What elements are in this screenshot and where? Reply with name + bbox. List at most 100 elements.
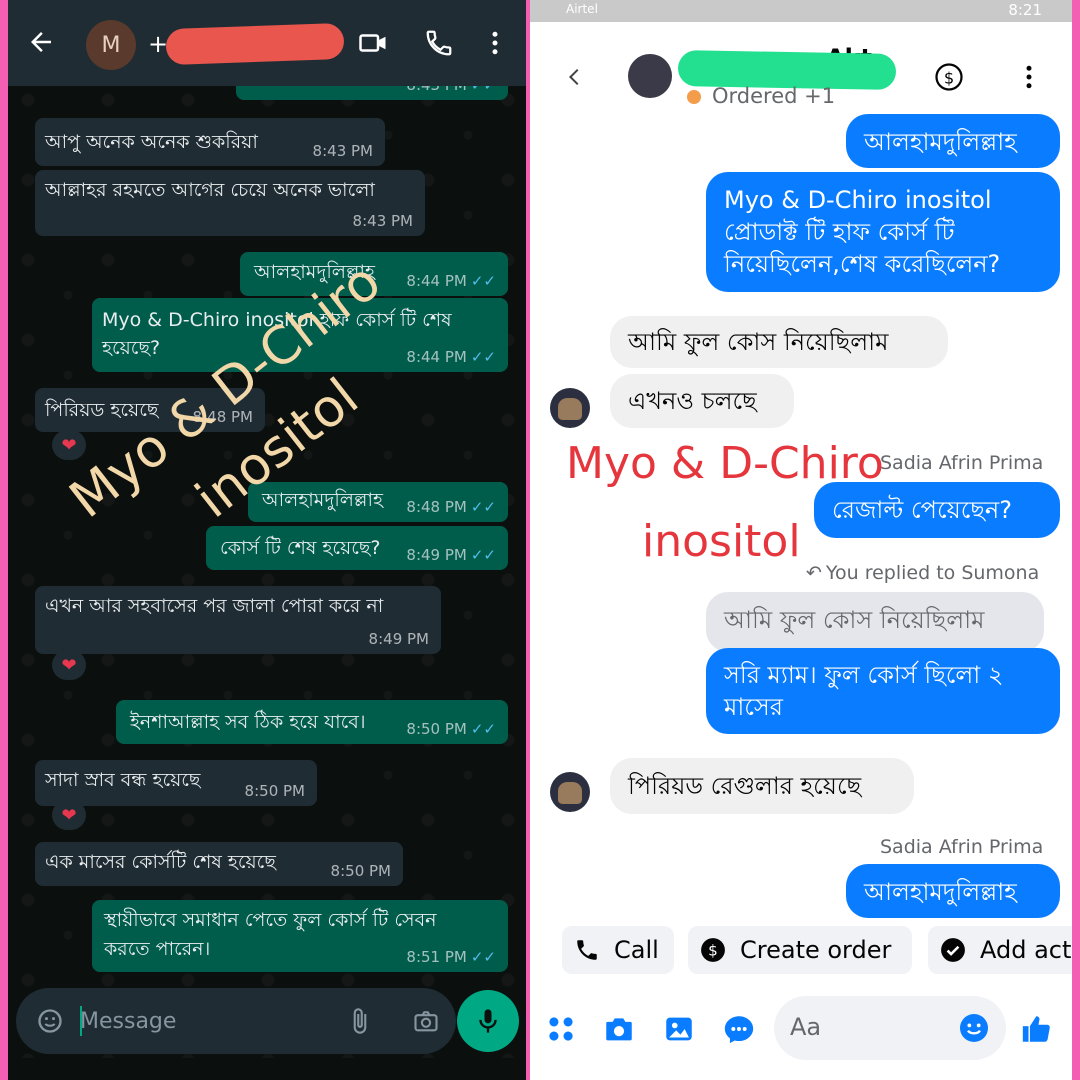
wa-msg-time: 8:50 PM [406, 720, 467, 738]
ms-msg-7[interactable]: পিরিয়ড রেগুলার হয়েছে [610, 758, 914, 814]
sender-label: Sadia Afrin Prima [880, 836, 1044, 858]
wa-msg-10[interactable]: ইনশাআল্লাহ সব ঠিক হয়ে যাবে। 8:50 PM ✓✓ [116, 700, 508, 744]
create-order-button[interactable]: $ Create order [688, 926, 912, 974]
wa-msg-time: 8:49 PM [406, 546, 467, 564]
ms-msg-5[interactable]: রেজাল্ট পেয়েছেন? [814, 482, 1060, 538]
add-activity-button[interactable]: Add act [928, 926, 1072, 974]
ms-msg-4[interactable]: এখনও চলছে [610, 374, 794, 428]
ms-msg-8[interactable]: আলহামদুলিল্লাহ [846, 864, 1060, 918]
wa-header: M +88 [8, 0, 526, 86]
ms-quoted-msg[interactable]: আমি ফুল কোস নিয়েছিলাম [706, 592, 1044, 652]
create-order-label: Create order [740, 936, 892, 964]
call-action-button[interactable]: Call [562, 926, 674, 974]
ms-msg-text: সরি ম্যাম। ফুল কোর্স ছিলো ২ মাসের [724, 661, 1004, 721]
voice-chat-icon[interactable] [722, 1012, 756, 1046]
wa-msg-12[interactable]: এক মাসের কোর্সটি শেষ হয়েছে 8:50 PM [35, 842, 403, 886]
mic-button[interactable] [457, 990, 519, 1052]
dollar-icon[interactable]: $ [934, 62, 964, 92]
wa-msg-time: 8:51 PM [406, 948, 467, 966]
svg-text:$: $ [708, 941, 718, 959]
message-placeholder: Aa [790, 1013, 822, 1041]
mic-icon [479, 1009, 497, 1033]
sender-avatar[interactable] [550, 388, 590, 428]
svg-text:$: $ [944, 68, 954, 87]
wa-msg-13[interactable]: স্থায়ীভাবে সমাধান পেতে ফুল কোর্স টি সেব… [92, 900, 508, 972]
ms-msg-1[interactable]: আলহামদুলিল্লাহ [846, 114, 1060, 168]
video-call-icon[interactable] [358, 28, 388, 58]
wa-msg-time: 8:50 PM [244, 782, 305, 800]
whatsapp-panel: পিরিয়ড হয়েছে? 8:43 PM✓✓ আপু অনেক অনেক … [8, 0, 526, 1080]
carrier-label: Airtel [566, 2, 598, 16]
system-nav-bar [8, 1058, 526, 1080]
status-dot [687, 90, 701, 104]
back-arrow-icon[interactable] [26, 27, 56, 57]
wa-msg-text: আপু অনেক অনেক শুকরিয়া [45, 131, 258, 153]
ms-msg-text: আলহামদুলিল্লাহ [864, 128, 1017, 156]
wa-msg-9[interactable]: এখন আর সহবাসের পর জালা পোরা করে না 8:49 … [35, 586, 441, 654]
watermark-line-2: inositol [642, 516, 801, 567]
heart-reaction-icon[interactable]: ❤ [52, 650, 86, 680]
emoji-icon[interactable] [958, 1012, 990, 1044]
call-action-label: Call [614, 936, 659, 964]
contact-avatar[interactable] [628, 54, 672, 98]
message-input[interactable]: Message [16, 988, 456, 1054]
back-chevron-icon[interactable] [564, 64, 586, 90]
ms-msg-text: আলহামদুলিল্লাহ [864, 878, 1017, 906]
more-vert-icon[interactable] [1014, 62, 1044, 92]
attach-icon[interactable] [346, 1007, 374, 1035]
heart-reaction-icon[interactable]: ❤ [52, 800, 86, 830]
ms-msg-text: এখনও চলছে [628, 387, 757, 415]
contact-avatar[interactable]: M [86, 20, 136, 70]
more-vert-icon[interactable] [480, 28, 510, 58]
read-ticks-icon: ✓✓ [470, 272, 496, 290]
read-ticks-icon: ✓✓ [470, 546, 496, 564]
check-circle-icon [941, 938, 965, 962]
wa-msg-11[interactable]: সাদা স্রাব বন্ধ হয়েছে 8:50 PM [35, 760, 317, 806]
ms-msg-3[interactable]: আমি ফুল কোস নিয়েছিলাম [610, 316, 948, 368]
wa-msg-8[interactable]: কোর্স টি শেষ হয়েছে? 8:49 PM ✓✓ [206, 526, 508, 570]
wa-msg-text: আল্লাহর রহমতে আগের চেয়ে অনেক ভালো [45, 179, 375, 201]
wa-msg-text: কোর্স টি শেষ হয়েছে? [220, 537, 381, 559]
messenger-panel: Airtel 8:21 আলহামদুলিল্লাহ Myo & D-Chiro… [530, 0, 1072, 1080]
read-ticks-icon: ✓✓ [470, 498, 496, 516]
wa-msg-time: 8:48 PM [406, 498, 467, 516]
wa-msg-text: ইনশাআল্লাহ সব ঠিক হয়ে যাবে। [130, 711, 366, 733]
wa-msg-time: 8:44 PM [406, 348, 467, 366]
sticker-icon[interactable] [36, 1007, 64, 1035]
read-ticks-icon: ✓✓ [470, 948, 496, 966]
ms-header: Akt Ordered +1 $ [530, 22, 1072, 122]
dollar-icon: $ [701, 938, 725, 962]
ms-quote-text: আমি ফুল কোস নিয়েছিলাম [724, 606, 985, 634]
wa-msg-time: 8:50 PM [330, 862, 391, 880]
camera-icon[interactable] [602, 1012, 636, 1046]
image-icon[interactable] [662, 1012, 696, 1046]
wa-msg-time: 8:43 PM [312, 142, 373, 160]
phone-icon [577, 940, 597, 960]
heart-reaction-icon[interactable]: ❤ [52, 430, 86, 460]
phone-call-icon[interactable] [424, 28, 454, 58]
wa-msg-2[interactable]: আপু অনেক অনেক শুকরিয়া 8:43 PM [35, 118, 385, 166]
read-ticks-icon: ✓✓ [470, 348, 496, 366]
ms-msg-2[interactable]: Myo & D-Chiro inositol প্রোডাক্ট টি হাফ … [706, 172, 1060, 292]
status-bar: Airtel 8:21 [530, 0, 1072, 22]
ms-composer: Aa [530, 990, 1072, 1070]
wa-msg-text: এক মাসের কোর্সটি শেষ হয়েছে [45, 851, 276, 873]
wa-msg-3[interactable]: আল্লাহর রহমতে আগের চেয়ে অনেক ভালো 8:43 … [35, 170, 425, 236]
apps-icon[interactable] [544, 1012, 578, 1046]
ms-msg-text: Myo & D-Chiro inositol প্রোডাক্ট টি হাফ … [724, 186, 1001, 278]
reply-label-text: You replied to Sumona [825, 562, 1040, 584]
camera-icon[interactable] [412, 1007, 440, 1035]
wa-msg-time: 8:43 PM [352, 212, 413, 230]
ms-msg-6[interactable]: সরি ম্যাম। ফুল কোর্স ছিলো ২ মাসের [706, 648, 1060, 734]
contact-subtitle: Ordered +1 [712, 84, 836, 108]
like-icon[interactable] [1020, 1012, 1054, 1046]
message-placeholder: Message [80, 1009, 177, 1034]
clock-label: 8:21 [1008, 1, 1042, 19]
watermark-line-1: Myo & D-Chiro [566, 438, 884, 489]
message-input[interactable]: Aa [774, 996, 1006, 1060]
wa-msg-text: আলহামদুলিল্লাহ [262, 489, 383, 511]
sender-avatar[interactable] [550, 772, 590, 812]
redaction-mark [165, 22, 345, 66]
wa-msg-7[interactable]: আলহামদুলিল্লাহ 8:48 PM ✓✓ [248, 482, 508, 522]
add-activity-label: Add act [980, 936, 1072, 964]
